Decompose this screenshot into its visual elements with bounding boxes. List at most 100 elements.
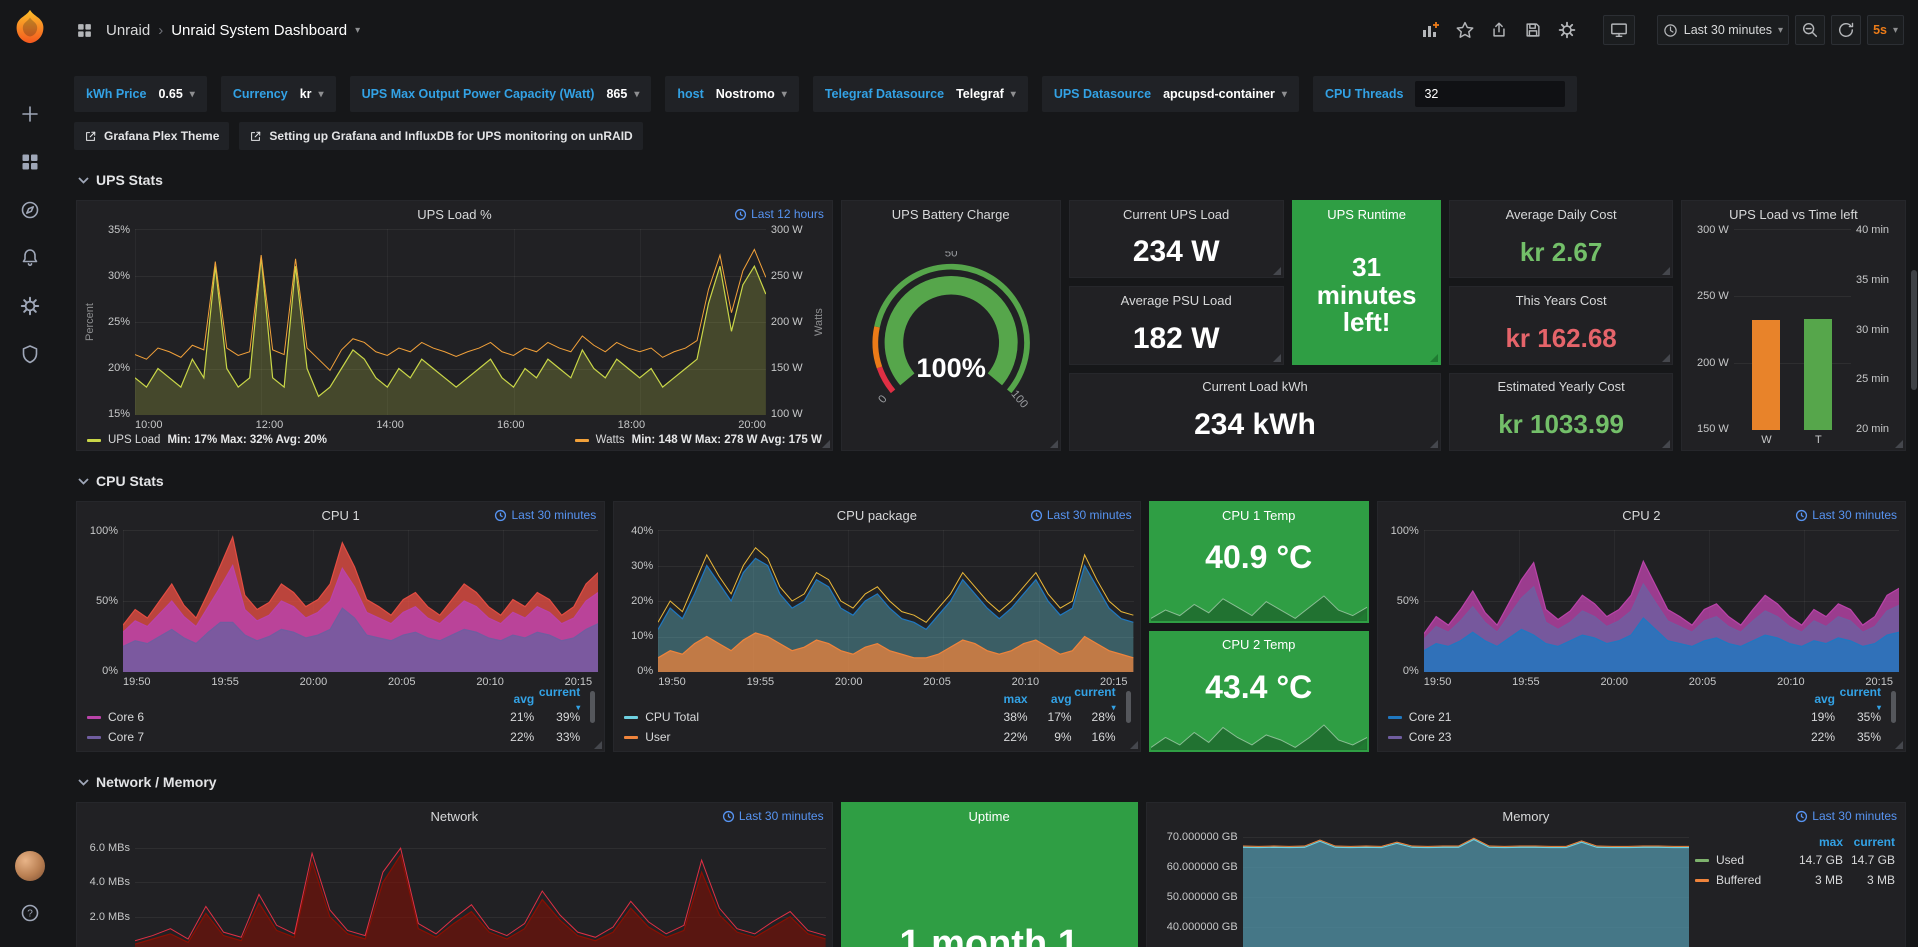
network-chart[interactable] <box>135 831 826 947</box>
panel-resize-handle[interactable] <box>1358 741 1366 749</box>
series-name[interactable]: Used <box>1716 853 1744 867</box>
panel-title[interactable]: Current UPS Load <box>1123 207 1229 222</box>
legend-header-avg[interactable]: avg <box>488 692 534 706</box>
series-name[interactable]: CPU Total <box>645 710 699 724</box>
variable-value-dropdown[interactable]: apcupsd-container▾ <box>1163 87 1287 101</box>
panel-title[interactable]: CPU 2 Temp <box>1222 637 1295 652</box>
settings-gear-icon[interactable] <box>1553 15 1581 45</box>
variable-value-dropdown[interactable]: 0.65▾ <box>158 87 194 101</box>
legend-header-max[interactable]: max <box>1791 835 1843 849</box>
section-header-ups-stats[interactable]: UPS Stats <box>78 170 1904 190</box>
panel-resize-handle[interactable] <box>1358 612 1366 620</box>
series-name[interactable]: Core 6 <box>108 710 144 724</box>
ups-load-chart[interactable] <box>135 229 766 415</box>
series-name[interactable]: Core 21 <box>1409 710 1452 724</box>
legend-header-avg[interactable]: avg <box>1028 692 1072 706</box>
page-scrollbar[interactable] <box>1910 0 1918 947</box>
refresh-interval-select[interactable]: 5s ▾ <box>1867 15 1904 45</box>
panel-resize-handle[interactable] <box>1273 354 1281 362</box>
variable-value-dropdown[interactable]: kr▾ <box>300 87 324 101</box>
panel-resize-handle[interactable] <box>594 741 602 749</box>
variable-value-dropdown[interactable]: Telegraf▾ <box>956 87 1016 101</box>
series-name[interactable]: Core 7 <box>108 730 144 744</box>
cpu2-chart[interactable] <box>1424 530 1899 672</box>
server-admin-shield-icon[interactable] <box>8 334 52 374</box>
series-name[interactable]: Buffered <box>1716 873 1761 887</box>
panel-title[interactable]: Average Daily Cost <box>1506 207 1617 222</box>
panel-resize-handle[interactable] <box>1662 440 1670 448</box>
cpu-package-chart[interactable] <box>658 530 1133 672</box>
panel-title[interactable]: Uptime <box>969 809 1010 824</box>
panel-title[interactable]: UPS Runtime <box>1327 207 1406 222</box>
panel-title[interactable]: Average PSU Load <box>1121 293 1232 308</box>
panel-resize-handle[interactable] <box>1430 440 1438 448</box>
series-name[interactable]: Core 23 <box>1409 730 1452 744</box>
panel-title[interactable]: CPU 1 <box>321 508 359 523</box>
panel-title[interactable]: Memory <box>1502 809 1549 824</box>
panel-title[interactable]: Network <box>430 809 478 824</box>
share-icon[interactable] <box>1485 15 1513 45</box>
bar-T[interactable] <box>1804 319 1832 430</box>
panel-title[interactable]: UPS Battery Charge <box>892 207 1010 222</box>
legend-header-avg[interactable]: avg <box>1789 692 1835 706</box>
legend-header-current[interactable]: current ▾ <box>534 685 580 713</box>
panel-title[interactable]: This Years Cost <box>1516 293 1607 308</box>
configuration-gear-icon[interactable] <box>8 286 52 326</box>
panel-resize-handle[interactable] <box>1130 741 1138 749</box>
legend-header-current[interactable]: current ▾ <box>1835 685 1881 713</box>
panel-title[interactable]: CPU 1 Temp <box>1222 508 1295 523</box>
legend-scrollbar[interactable] <box>1126 691 1131 723</box>
alerting-bell-icon[interactable] <box>8 238 52 278</box>
memory-chart[interactable] <box>1243 831 1689 947</box>
zoom-out-icon[interactable] <box>1795 15 1825 45</box>
cpu-threads-input[interactable]: 32 <box>1415 81 1565 107</box>
panel-resize-handle[interactable] <box>822 440 830 448</box>
grafana-logo-icon[interactable] <box>11 8 49 46</box>
legend-scrollbar[interactable] <box>1891 691 1896 723</box>
variable-value-dropdown[interactable]: 865▾ <box>606 87 639 101</box>
panel-title[interactable]: CPU 2 <box>1622 508 1660 523</box>
refresh-icon[interactable] <box>1831 15 1861 45</box>
panel-title[interactable]: UPS Load vs Time left <box>1729 207 1858 222</box>
add-panel-icon[interactable] <box>1415 15 1445 45</box>
panel-resize-handle[interactable] <box>1895 440 1903 448</box>
series-name[interactable]: Watts <box>596 434 625 446</box>
legend-header-current[interactable]: current <box>1843 835 1895 849</box>
panel-title[interactable]: Current Load kWh <box>1202 379 1308 394</box>
bar-W[interactable] <box>1752 320 1780 430</box>
section-header-cpu-stats[interactable]: CPU Stats <box>78 471 1904 491</box>
legend-scrollbar[interactable] <box>590 691 595 723</box>
panel-title[interactable]: Estimated Yearly Cost <box>1498 379 1625 394</box>
panel-resize-handle[interactable] <box>1050 440 1058 448</box>
series-name[interactable]: User <box>645 730 670 744</box>
help-icon[interactable]: ? <box>8 893 52 933</box>
tv-cycle-view-icon[interactable] <box>1603 15 1635 45</box>
panel-title[interactable]: CPU package <box>837 508 917 523</box>
dashboard-title[interactable]: Unraid System Dashboard <box>171 22 347 39</box>
link-ups-monitoring-guide[interactable]: Setting up Grafana and InfluxDB for UPS … <box>239 122 642 150</box>
user-avatar[interactable] <box>15 851 45 881</box>
panel-resize-handle[interactable] <box>1895 741 1903 749</box>
time-range-picker[interactable]: Last 30 minutes ▾ <box>1657 15 1789 45</box>
cpu1-chart[interactable] <box>123 530 598 672</box>
ups-bars-chart[interactable] <box>1734 229 1851 430</box>
section-header-network-memory[interactable]: Network / Memory <box>78 772 1904 792</box>
panel-title[interactable]: UPS Load % <box>417 207 491 222</box>
create-icon[interactable] <box>8 94 52 134</box>
explore-compass-icon[interactable] <box>8 190 52 230</box>
variable-value-dropdown[interactable]: Nostromo▾ <box>716 87 787 101</box>
panel-resize-handle[interactable] <box>1662 354 1670 362</box>
panel-resize-handle[interactable] <box>1273 267 1281 275</box>
legend-header-current[interactable]: current ▾ <box>1072 685 1116 713</box>
dashboards-icon[interactable] <box>8 142 52 182</box>
battery-gauge[interactable]: 050100100% <box>842 227 1060 450</box>
panel-resize-handle[interactable] <box>1430 354 1438 362</box>
page-scrollbar-thumb[interactable] <box>1911 270 1917 390</box>
link-grafana-plex-theme[interactable]: Grafana Plex Theme <box>74 122 229 150</box>
panel-resize-handle[interactable] <box>1662 267 1670 275</box>
breadcrumb-app[interactable]: Unraid <box>106 22 150 39</box>
series-name[interactable]: UPS Load <box>108 434 160 446</box>
legend-header-max[interactable]: max <box>984 692 1028 706</box>
star-icon[interactable] <box>1451 15 1479 45</box>
save-icon[interactable] <box>1519 15 1547 45</box>
